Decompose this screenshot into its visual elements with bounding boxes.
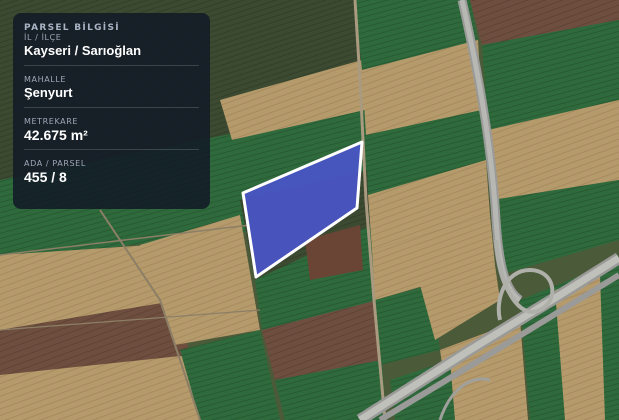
province-district-value: Kayseri / Sarıoğlan — [24, 43, 142, 58]
province-district-label: İL / İLÇE — [24, 33, 62, 42]
parcel-info-panel: PARSEL BİLGİSİ İL / İLÇE Kayseri / Sarıo… — [13, 13, 210, 209]
field-neighborhood: MAHALLE Şenyurt — [24, 75, 199, 108]
area-value: 42.675 m² — [24, 127, 88, 143]
field-area: METREKARE 42.675 m² — [24, 117, 199, 150]
field-block-parcel: ADA / PARSEL 455 / 8 — [24, 159, 199, 191]
block-parcel-value: 455 / 8 — [24, 169, 67, 185]
panel-title: PARSEL BİLGİSİ — [24, 23, 120, 33]
neighborhood-value: Şenyurt — [24, 85, 73, 100]
area-label: METREKARE — [24, 117, 79, 126]
block-parcel-label: ADA / PARSEL — [24, 159, 86, 168]
neighborhood-label: MAHALLE — [24, 75, 67, 84]
field-province-district: İL / İLÇE Kayseri / Sarıoğlan — [24, 33, 199, 66]
map-view[interactable]: PARSEL BİLGİSİ İL / İLÇE Kayseri / Sarıo… — [0, 0, 619, 420]
